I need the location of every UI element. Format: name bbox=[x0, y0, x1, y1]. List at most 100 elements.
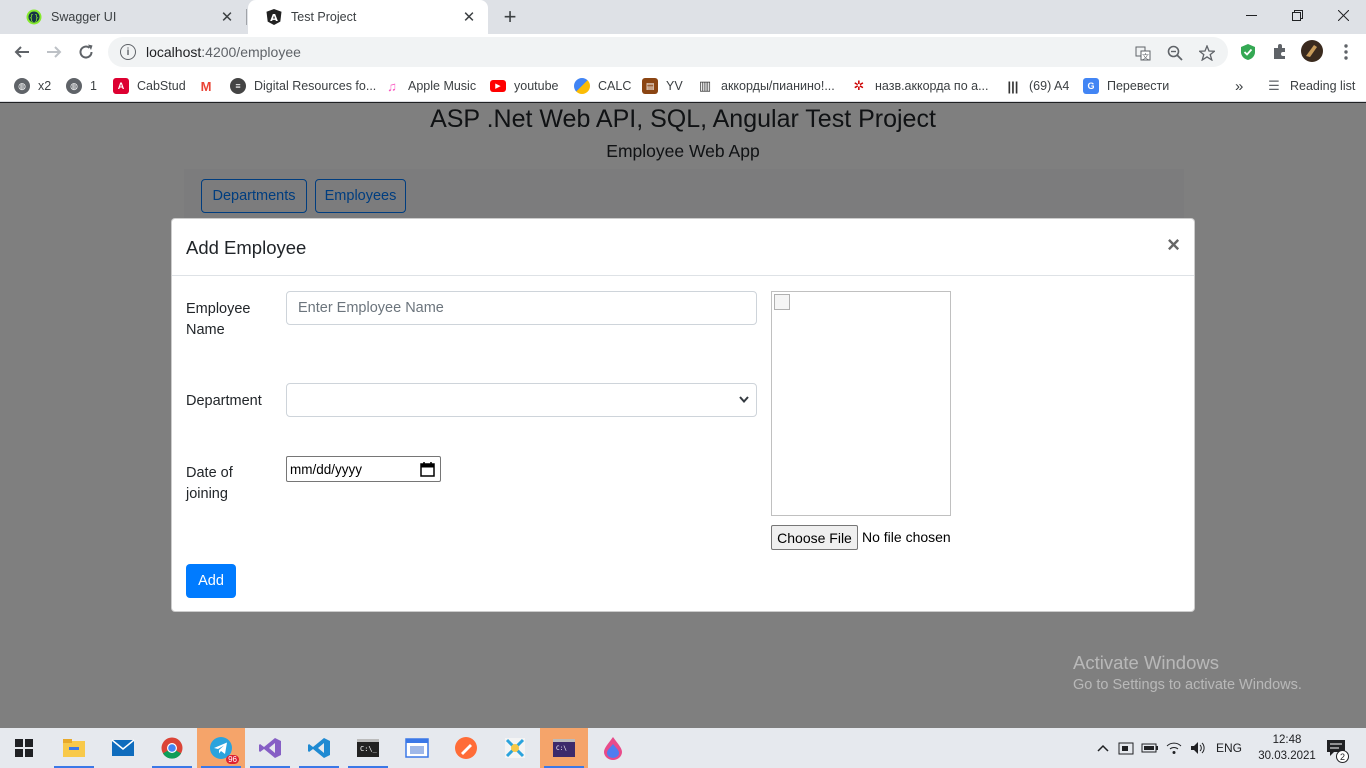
visual-studio-app[interactable] bbox=[246, 728, 294, 768]
activate-windows-title: Activate Windows bbox=[1073, 652, 1219, 673]
reading-list-icon: ☰ bbox=[1266, 78, 1282, 94]
minimize-button[interactable] bbox=[1228, 0, 1274, 30]
date-of-joining-input[interactable]: mm/dd/yyyy bbox=[286, 456, 441, 482]
bookmark-a4[interactable]: ||| (69) A4 bbox=[1005, 76, 1069, 96]
battery-icon[interactable] bbox=[1140, 728, 1160, 768]
tray-app-icon[interactable] bbox=[1116, 728, 1136, 768]
postman-app[interactable] bbox=[442, 728, 490, 768]
tools-app[interactable] bbox=[491, 728, 539, 768]
calc-icon bbox=[574, 78, 590, 94]
language-indicator[interactable]: ENG bbox=[1212, 728, 1246, 768]
bookmark-digital-resources[interactable]: ≡ Digital Resources fo... bbox=[230, 76, 376, 96]
notification-center-button[interactable]: 2 bbox=[1322, 728, 1350, 768]
file-status: No file chosen bbox=[862, 529, 951, 545]
translate-icon: G bbox=[1083, 78, 1099, 94]
forward-button[interactable] bbox=[42, 40, 66, 64]
gmail-icon: M bbox=[198, 78, 214, 94]
svg-text:文: 文 bbox=[1142, 52, 1149, 61]
bookmark-youtube[interactable]: ▶ youtube bbox=[490, 76, 558, 96]
clock[interactable]: 12:48 30.03.2021 bbox=[1254, 732, 1320, 764]
avatar[interactable] bbox=[1301, 40, 1323, 62]
tab-test-project[interactable]: A Test Project ✕ bbox=[248, 0, 488, 34]
calendar-icon[interactable] bbox=[420, 461, 435, 477]
browser-tab-strip: {} Swagger UI ✕ A Test Project ✕ + bbox=[0, 0, 1366, 34]
star-icon[interactable] bbox=[1198, 44, 1216, 62]
bookmark-label: CALC bbox=[598, 79, 632, 93]
console-app[interactable]: C:\ bbox=[540, 728, 588, 768]
chrome-app[interactable] bbox=[148, 728, 196, 768]
bookmark-translate[interactable]: G Перевести bbox=[1083, 76, 1169, 96]
paint-app[interactable] bbox=[589, 728, 637, 768]
shield-extension-icon[interactable] bbox=[1238, 42, 1258, 62]
bookmark-apple-music[interactable]: ♫ Apple Music bbox=[384, 76, 476, 96]
close-icon[interactable]: ✕ bbox=[218, 8, 236, 26]
add-button[interactable]: Add bbox=[186, 564, 236, 598]
restore-button[interactable] bbox=[1274, 0, 1320, 30]
bookmark-label: (69) A4 bbox=[1029, 79, 1070, 93]
volume-icon[interactable] bbox=[1188, 728, 1208, 768]
address-bar[interactable]: i localhost:4200/employee 文 bbox=[108, 37, 1228, 67]
department-select[interactable] bbox=[286, 383, 757, 417]
postman-icon bbox=[455, 737, 477, 759]
zoom-icon[interactable] bbox=[1166, 44, 1184, 62]
label-line: Name bbox=[186, 322, 225, 338]
svg-text:{}: {} bbox=[29, 13, 39, 22]
add-employee-modal: Add Employee × Employee Name Enter Emplo… bbox=[171, 218, 1195, 612]
app-window[interactable] bbox=[393, 728, 441, 768]
modal-title: Add Employee bbox=[186, 237, 307, 258]
mail-app[interactable] bbox=[99, 728, 147, 768]
bookmark-calc[interactable]: CALC bbox=[574, 76, 631, 96]
bookmark-yv[interactable]: ▤ YV bbox=[642, 76, 683, 96]
reload-button[interactable] bbox=[74, 40, 98, 64]
close-icon[interactable]: ✕ bbox=[460, 8, 478, 26]
more-bookmarks-button[interactable]: » bbox=[1235, 76, 1243, 96]
close-icon[interactable]: × bbox=[1167, 234, 1180, 256]
bookmark-label: x2 bbox=[38, 79, 52, 93]
browser-toolbar: i localhost:4200/employee 文 bbox=[0, 34, 1366, 70]
bookmark-gmail[interactable]: M bbox=[198, 76, 222, 96]
mail-icon bbox=[111, 739, 135, 756]
extensions-icon[interactable] bbox=[1270, 42, 1290, 62]
clock-time: 12:48 bbox=[1272, 734, 1302, 746]
translate-icon[interactable]: 文 bbox=[1134, 44, 1152, 62]
label-line: Date of bbox=[186, 465, 233, 481]
bookmark-label: Apple Music bbox=[408, 79, 477, 93]
choose-file-button[interactable]: Choose File bbox=[771, 525, 858, 550]
bookmark-label: CabStud bbox=[137, 79, 186, 93]
tab-swagger-ui[interactable]: {} Swagger UI ✕ bbox=[8, 0, 246, 34]
notification-count: 2 bbox=[1336, 750, 1349, 763]
file-explorer-app[interactable] bbox=[50, 728, 98, 768]
vscode-icon bbox=[308, 738, 330, 758]
close-window-button[interactable] bbox=[1320, 0, 1366, 30]
svg-text:C:\_: C:\_ bbox=[360, 745, 378, 753]
folder-icon bbox=[63, 739, 85, 757]
circle-icon: ≡ bbox=[230, 78, 246, 94]
bookmark-cabstud[interactable]: A CabStud bbox=[113, 76, 186, 96]
bookmark-piano-chords[interactable]: ▥ аккорды/пианино!... bbox=[697, 76, 835, 96]
swagger-icon: {} bbox=[26, 9, 42, 25]
url-host: localhost bbox=[146, 44, 202, 60]
angular-icon: A bbox=[266, 9, 282, 25]
bookmark-chord-name[interactable]: ✲ назв.аккорда по а... bbox=[851, 76, 989, 96]
bookmark-1[interactable]: ◍ 1 bbox=[66, 76, 97, 96]
music-icon: ♫ bbox=[384, 78, 400, 94]
angular-icon: A bbox=[113, 78, 129, 94]
telegram-app[interactable]: 96 bbox=[197, 728, 245, 768]
chevron-up-icon[interactable] bbox=[1094, 728, 1112, 768]
start-button[interactable] bbox=[0, 728, 48, 768]
paint-drop-icon bbox=[604, 737, 622, 760]
info-icon[interactable]: i bbox=[120, 44, 136, 60]
reading-list-button[interactable]: ☰ Reading list bbox=[1266, 76, 1355, 96]
svg-text:C:\: C:\ bbox=[556, 745, 567, 752]
menu-icon[interactable] bbox=[1336, 42, 1356, 62]
vscode-app[interactable] bbox=[295, 728, 343, 768]
wifi-icon[interactable] bbox=[1164, 728, 1184, 768]
terminal-app[interactable]: C:\_ bbox=[344, 728, 392, 768]
employee-name-input[interactable]: Enter Employee Name bbox=[286, 291, 757, 325]
broken-image-icon bbox=[774, 294, 790, 310]
bookmark-label: YV bbox=[666, 79, 683, 93]
new-tab-button[interactable]: + bbox=[498, 4, 522, 30]
back-button[interactable] bbox=[10, 40, 34, 64]
bookmark-x2[interactable]: ◍ x2 bbox=[14, 76, 51, 96]
tab-divider bbox=[246, 9, 247, 25]
